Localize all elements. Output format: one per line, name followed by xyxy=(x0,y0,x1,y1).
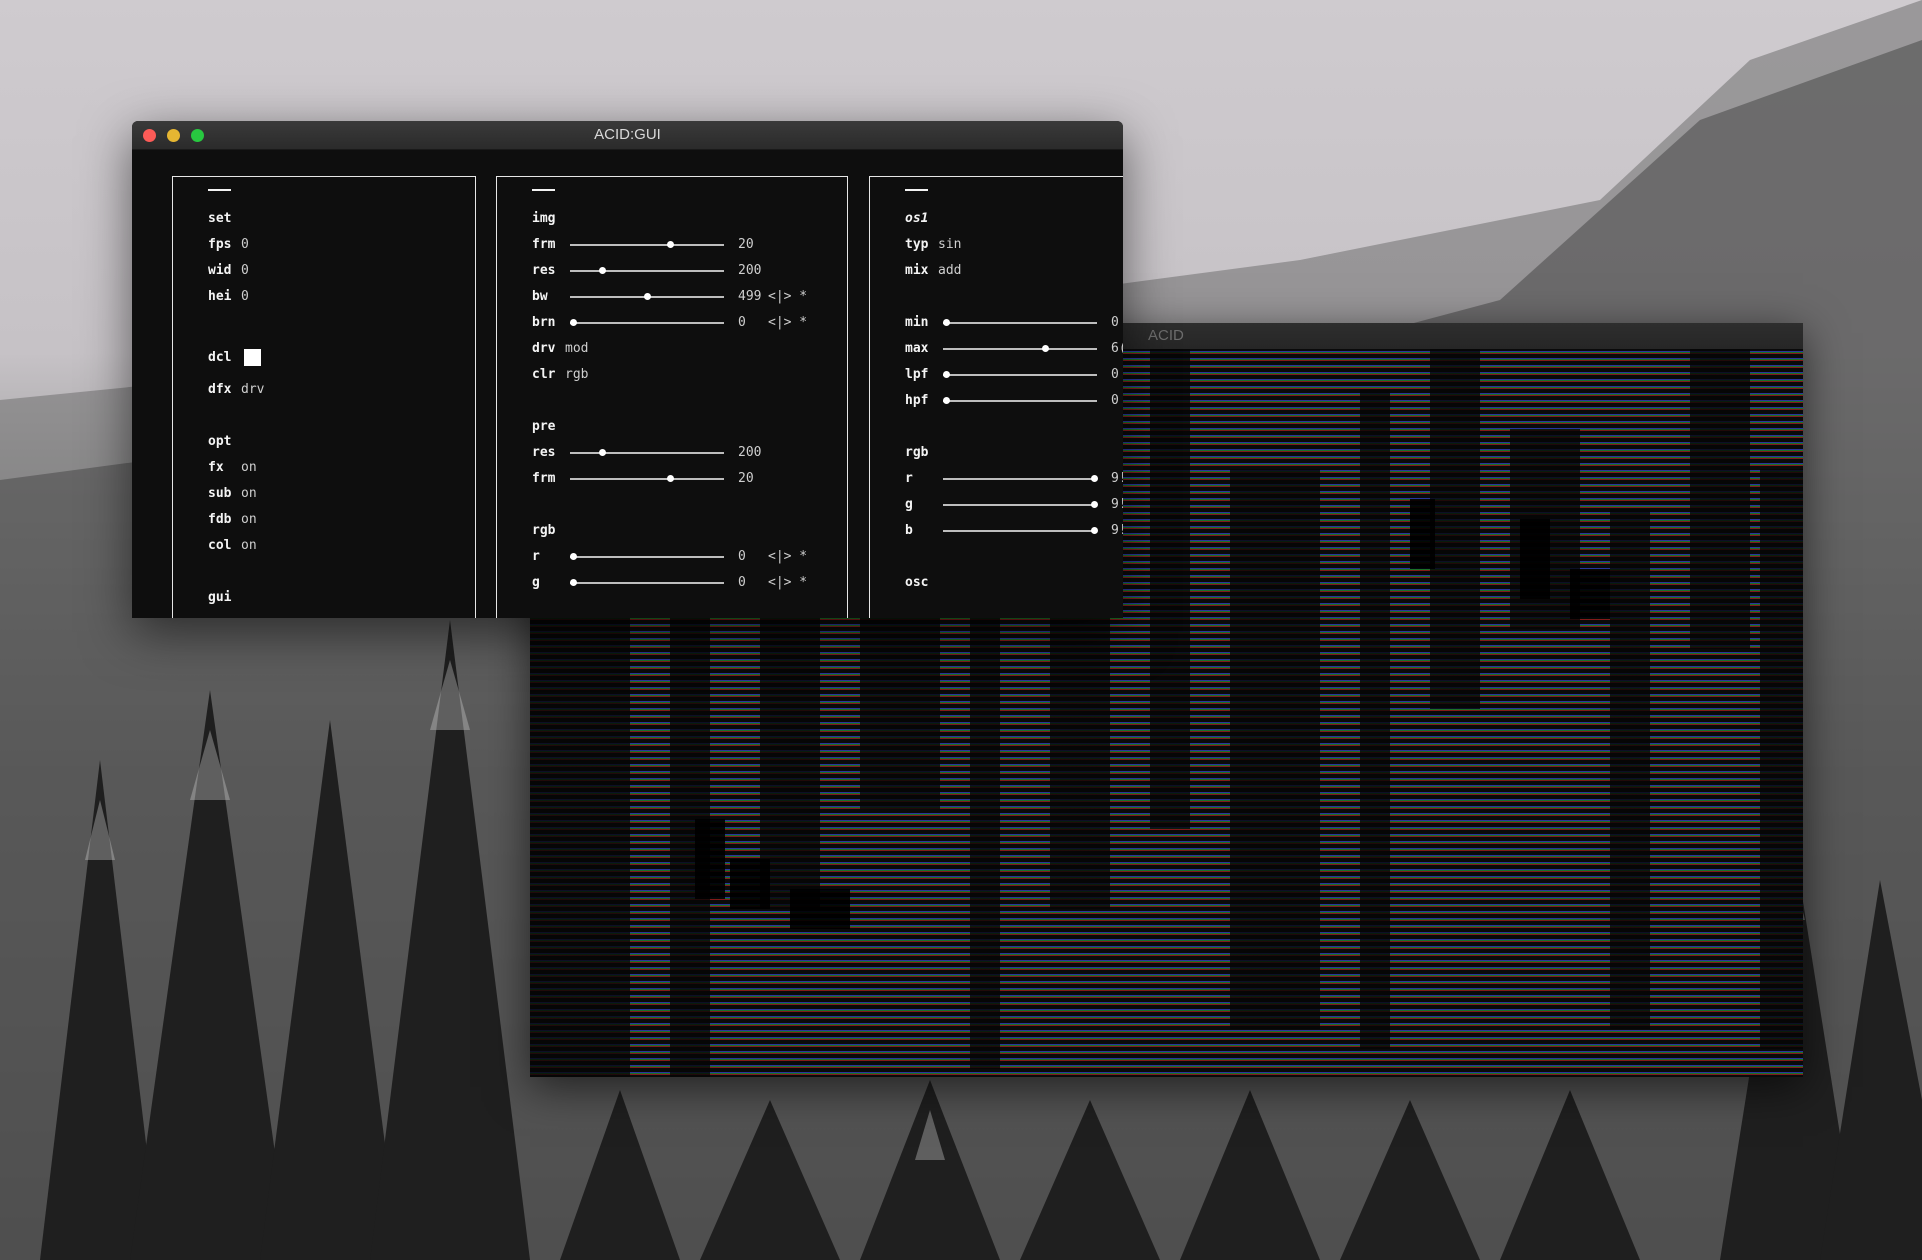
pre-frm-slider[interactable] xyxy=(570,475,724,482)
osc-hpf-slider[interactable] xyxy=(943,397,1097,404)
brn-modulate-controls[interactable]: <|> * xyxy=(768,313,807,333)
osc-lpf-slider[interactable] xyxy=(943,371,1097,378)
img-brn-slider[interactable] xyxy=(570,319,724,326)
slider-knob[interactable] xyxy=(667,241,675,248)
img-bw-slider[interactable] xyxy=(570,293,724,300)
acid-gui-window[interactable]: ACID:GUI set fps 0 wid 0 hei 0 dcl dfx drv o… xyxy=(132,121,1123,618)
osc-r-slider[interactable] xyxy=(943,475,1098,482)
slider-knob[interactable] xyxy=(570,579,578,586)
panel-collapse-handle[interactable] xyxy=(208,189,231,191)
rgb-r-slider[interactable] xyxy=(570,553,724,560)
panel-collapse-handle[interactable] xyxy=(532,189,555,191)
panel-collapse-handle[interactable] xyxy=(905,189,928,191)
slider-knob[interactable] xyxy=(1041,345,1049,352)
g-modulate-controls[interactable]: <|> * xyxy=(768,573,807,593)
slider-knob[interactable] xyxy=(599,267,607,274)
osc-min-slider[interactable] xyxy=(943,319,1097,326)
slider-knob[interactable] xyxy=(599,449,607,456)
slider-knob[interactable] xyxy=(1090,475,1098,482)
gui-window-title: ACID:GUI xyxy=(594,126,661,143)
slider-knob[interactable] xyxy=(667,475,675,482)
slider-knob[interactable] xyxy=(943,319,951,326)
bw-modulate-controls[interactable]: <|> * xyxy=(768,287,807,307)
pre-res-slider[interactable] xyxy=(570,449,724,456)
acid-window-title: ACID xyxy=(1148,327,1184,344)
slider-knob[interactable] xyxy=(644,293,651,300)
img-frm-slider[interactable] xyxy=(570,241,724,248)
osc-g-slider[interactable] xyxy=(943,501,1098,508)
rgb-g-slider[interactable] xyxy=(570,579,724,586)
slider-knob[interactable] xyxy=(570,553,578,560)
slider-knob[interactable] xyxy=(943,397,951,404)
settings-panel: set fps 0 wid 0 hei 0 dcl dfx drv opt fx on s… xyxy=(172,176,476,618)
image-panel: img frm 20 res 200 bw 499 <|> * brn 0 <|… xyxy=(496,176,848,618)
oscillator-panel: os1 typsin mixadd min 0 max 6( lpf 0 hpf… xyxy=(869,176,1123,618)
dcl-checkbox[interactable] xyxy=(244,349,261,366)
osc-max-slider[interactable] xyxy=(943,345,1097,352)
osc-b-slider[interactable] xyxy=(943,527,1098,534)
img-res-slider[interactable] xyxy=(570,267,724,274)
slider-knob[interactable] xyxy=(943,371,951,378)
slider-knob[interactable] xyxy=(1090,527,1098,534)
gui-titlebar[interactable]: ACID:GUI xyxy=(132,121,1123,150)
r-modulate-controls[interactable]: <|> * xyxy=(768,547,807,567)
slider-knob[interactable] xyxy=(570,319,578,326)
slider-knob[interactable] xyxy=(1090,501,1098,508)
